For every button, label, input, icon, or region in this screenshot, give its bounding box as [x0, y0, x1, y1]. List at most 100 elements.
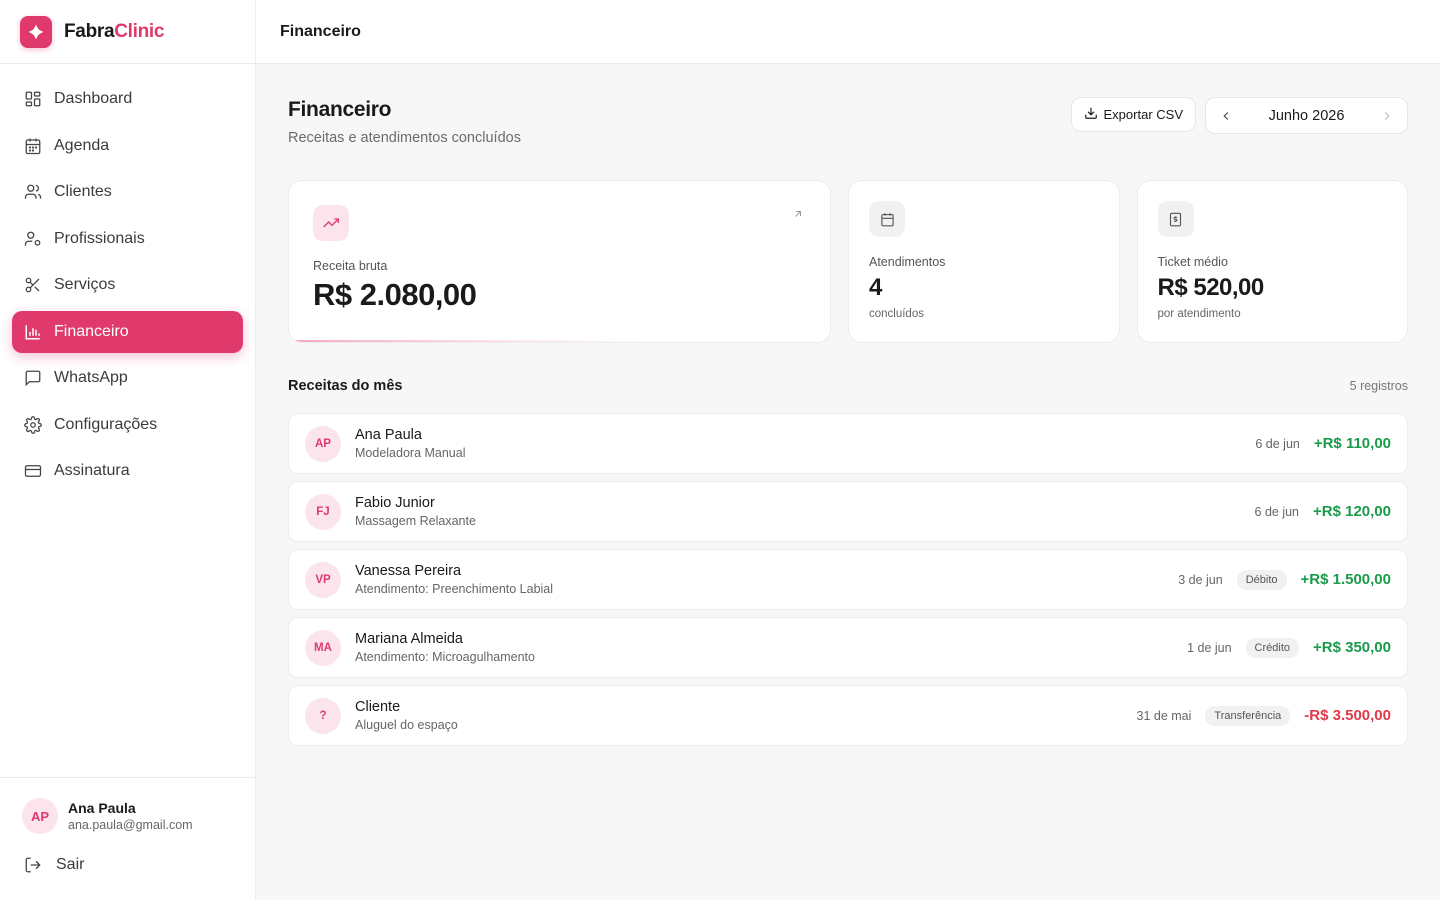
transaction-date: 3 de jun: [1178, 572, 1223, 587]
brand-name: FabraClinic: [64, 20, 165, 42]
sidebar-item-financeiro[interactable]: Financeiro: [12, 310, 243, 353]
logout-icon: [24, 856, 42, 874]
transaction-date: 6 de jun: [1254, 504, 1300, 519]
bar-chart-icon: [24, 323, 42, 341]
brand-logo-icon: [20, 15, 52, 48]
brand[interactable]: FabraClinic: [0, 0, 255, 64]
page-subtitle: Receitas e atendimentos concluídos: [288, 130, 521, 146]
sidebar-item-label: Configurações: [54, 415, 158, 433]
sidebar-item-whatsapp[interactable]: WhatsApp: [12, 357, 243, 399]
receipt-dollar-icon: [1157, 201, 1194, 237]
revenue-card: Receita bruta R$ 2.080,00: [288, 180, 831, 343]
transaction-amount: +R$ 120,00: [1313, 503, 1391, 520]
users-icon: [24, 183, 42, 201]
transaction-description: Modeladora Manual: [355, 446, 466, 460]
ticket-label: Ticket médio: [1157, 255, 1228, 269]
sidebar: FabraClinic Dashboard Agenda Clientes Pr…: [0, 0, 256, 900]
transaction-date: 31 de mai: [1136, 708, 1192, 723]
transaction-name: Vanessa Pereira: [355, 563, 462, 579]
list-item[interactable]: ? Cliente Aluguel do espaço 31 de mai Tr…: [288, 685, 1408, 746]
payment-method-badge: Crédito: [1245, 637, 1300, 658]
transaction-description: Massagem Relaxante: [355, 514, 476, 528]
avatar: ?: [305, 697, 341, 734]
sidebar-item-label: Financeiro: [54, 322, 129, 340]
user-name: Ana Paula: [68, 800, 136, 816]
message-icon: [24, 369, 42, 387]
sidebar-item-configuracoes[interactable]: Configurações: [12, 404, 243, 446]
sidebar-item-label: Dashboard: [54, 90, 133, 107]
sidebar-item-label: Clientes: [54, 183, 112, 200]
sidebar-footer: AP Ana Paula ana.paula@gmail.com Sair: [0, 777, 255, 900]
transaction-date: 6 de jun: [1255, 436, 1300, 451]
transaction-date: 1 de jun: [1187, 640, 1232, 655]
transaction-description: Aluguel do espaço: [355, 718, 458, 732]
scissors-icon: [24, 276, 42, 294]
trending-up-icon: [313, 205, 349, 241]
payment-method-badge: Transferência: [1205, 705, 1291, 726]
sidebar-item-label: WhatsApp: [54, 369, 128, 386]
ticket-value: R$ 520,00: [1157, 274, 1265, 301]
sidebar-item-agenda[interactable]: Agenda: [12, 125, 243, 167]
sidebar-item-servicos[interactable]: Serviços: [12, 264, 243, 306]
appointments-value: 4: [869, 274, 882, 301]
credit-card-icon: [24, 462, 42, 480]
transaction-description: Atendimento: Preenchimento Labial: [355, 582, 554, 596]
gear-icon: [24, 415, 42, 434]
topbar: Financeiro: [256, 0, 1440, 64]
revenue-value: R$ 2.080,00: [313, 277, 477, 312]
ticket-card: Ticket médio R$ 520,00 por atendimento: [1136, 180, 1408, 343]
logout-button[interactable]: Sair: [22, 856, 233, 874]
topbar-title: Financeiro: [280, 22, 361, 40]
sidebar-item-label: Assinatura: [54, 462, 130, 479]
payment-method-badge: Débito: [1236, 569, 1287, 590]
appointments-label: Atendimentos: [869, 255, 946, 269]
transaction-amount: -R$ 3.500,00: [1304, 707, 1391, 724]
page-title: Financeiro: [288, 98, 392, 121]
ticket-sub: por atendimento: [1157, 308, 1241, 320]
avatar: FJ: [305, 493, 341, 530]
download-icon: [1084, 106, 1098, 123]
main-content: Financeiro Receitas e atendimentos concl…: [288, 64, 1408, 753]
sidebar-item-dashboard[interactable]: Dashboard: [12, 78, 243, 120]
transaction-name: Mariana Almeida: [355, 631, 463, 647]
page-header: Financeiro Receitas e atendimentos concl…: [288, 64, 1408, 180]
sidebar-item-label: Agenda: [54, 136, 110, 154]
revenue-label: Receita bruta: [313, 259, 388, 273]
sidebar-item-clientes[interactable]: Clientes: [12, 171, 243, 213]
avatar: AP: [305, 425, 341, 462]
month-label: Junho 2026: [1268, 107, 1345, 124]
transaction-name: Fabio Junior: [355, 495, 435, 511]
sidebar-item-profissionais[interactable]: Profissionais: [12, 218, 243, 260]
list-item[interactable]: FJ Fabio Junior Massagem Relaxante 6 de …: [288, 481, 1408, 542]
transaction-name: Ana Paula: [355, 427, 422, 443]
transaction-name: Cliente: [355, 699, 401, 715]
arrow-up-right-icon: [792, 207, 804, 219]
avatar: AP: [22, 798, 58, 834]
month-picker: Junho 2026: [1205, 97, 1408, 134]
user-profile[interactable]: AP Ana Paula ana.paula@gmail.com: [22, 798, 233, 834]
transaction-amount: +R$ 110,00: [1313, 435, 1391, 452]
transaction-amount: +R$ 350,00: [1313, 639, 1391, 656]
export-csv-button[interactable]: Exportar CSV: [1070, 97, 1196, 132]
list-item[interactable]: VP Vanessa Pereira Atendimento: Preenchi…: [288, 549, 1408, 610]
transactions-header: Receitas do mês 5 registros: [288, 377, 1408, 395]
list-item[interactable]: MA Mariana Almeida Atendimento: Microagu…: [288, 617, 1408, 678]
export-csv-label: Exportar CSV: [1103, 107, 1183, 122]
sidebar-item-assinatura[interactable]: Assinatura: [12, 450, 243, 492]
stats-cards: Receita bruta R$ 2.080,00 Atendimentos 4…: [288, 180, 1408, 343]
user-email: ana.paula@gmail.com: [68, 818, 193, 832]
transaction-amount: +R$ 1.500,00: [1300, 571, 1392, 588]
calendar-icon: [24, 137, 42, 155]
user-cog-icon: [24, 230, 42, 248]
list-item[interactable]: AP Ana Paula Modeladora Manual 6 de jun …: [288, 413, 1408, 474]
sidebar-nav: Dashboard Agenda Clientes Profissionais …: [0, 64, 255, 492]
transaction-description: Atendimento: Microagulhamento: [355, 650, 535, 664]
avatar: VP: [305, 561, 341, 598]
revenue-accent-line: [289, 340, 830, 342]
sidebar-item-label: Profissionais: [54, 229, 145, 247]
transactions-count: 5 registros: [1349, 379, 1408, 393]
chevron-right-icon[interactable]: [1379, 108, 1395, 124]
sidebar-item-label: Serviços: [54, 276, 116, 293]
transactions-list: AP Ana Paula Modeladora Manual 6 de jun …: [288, 413, 1408, 746]
chevron-left-icon[interactable]: [1218, 108, 1234, 124]
